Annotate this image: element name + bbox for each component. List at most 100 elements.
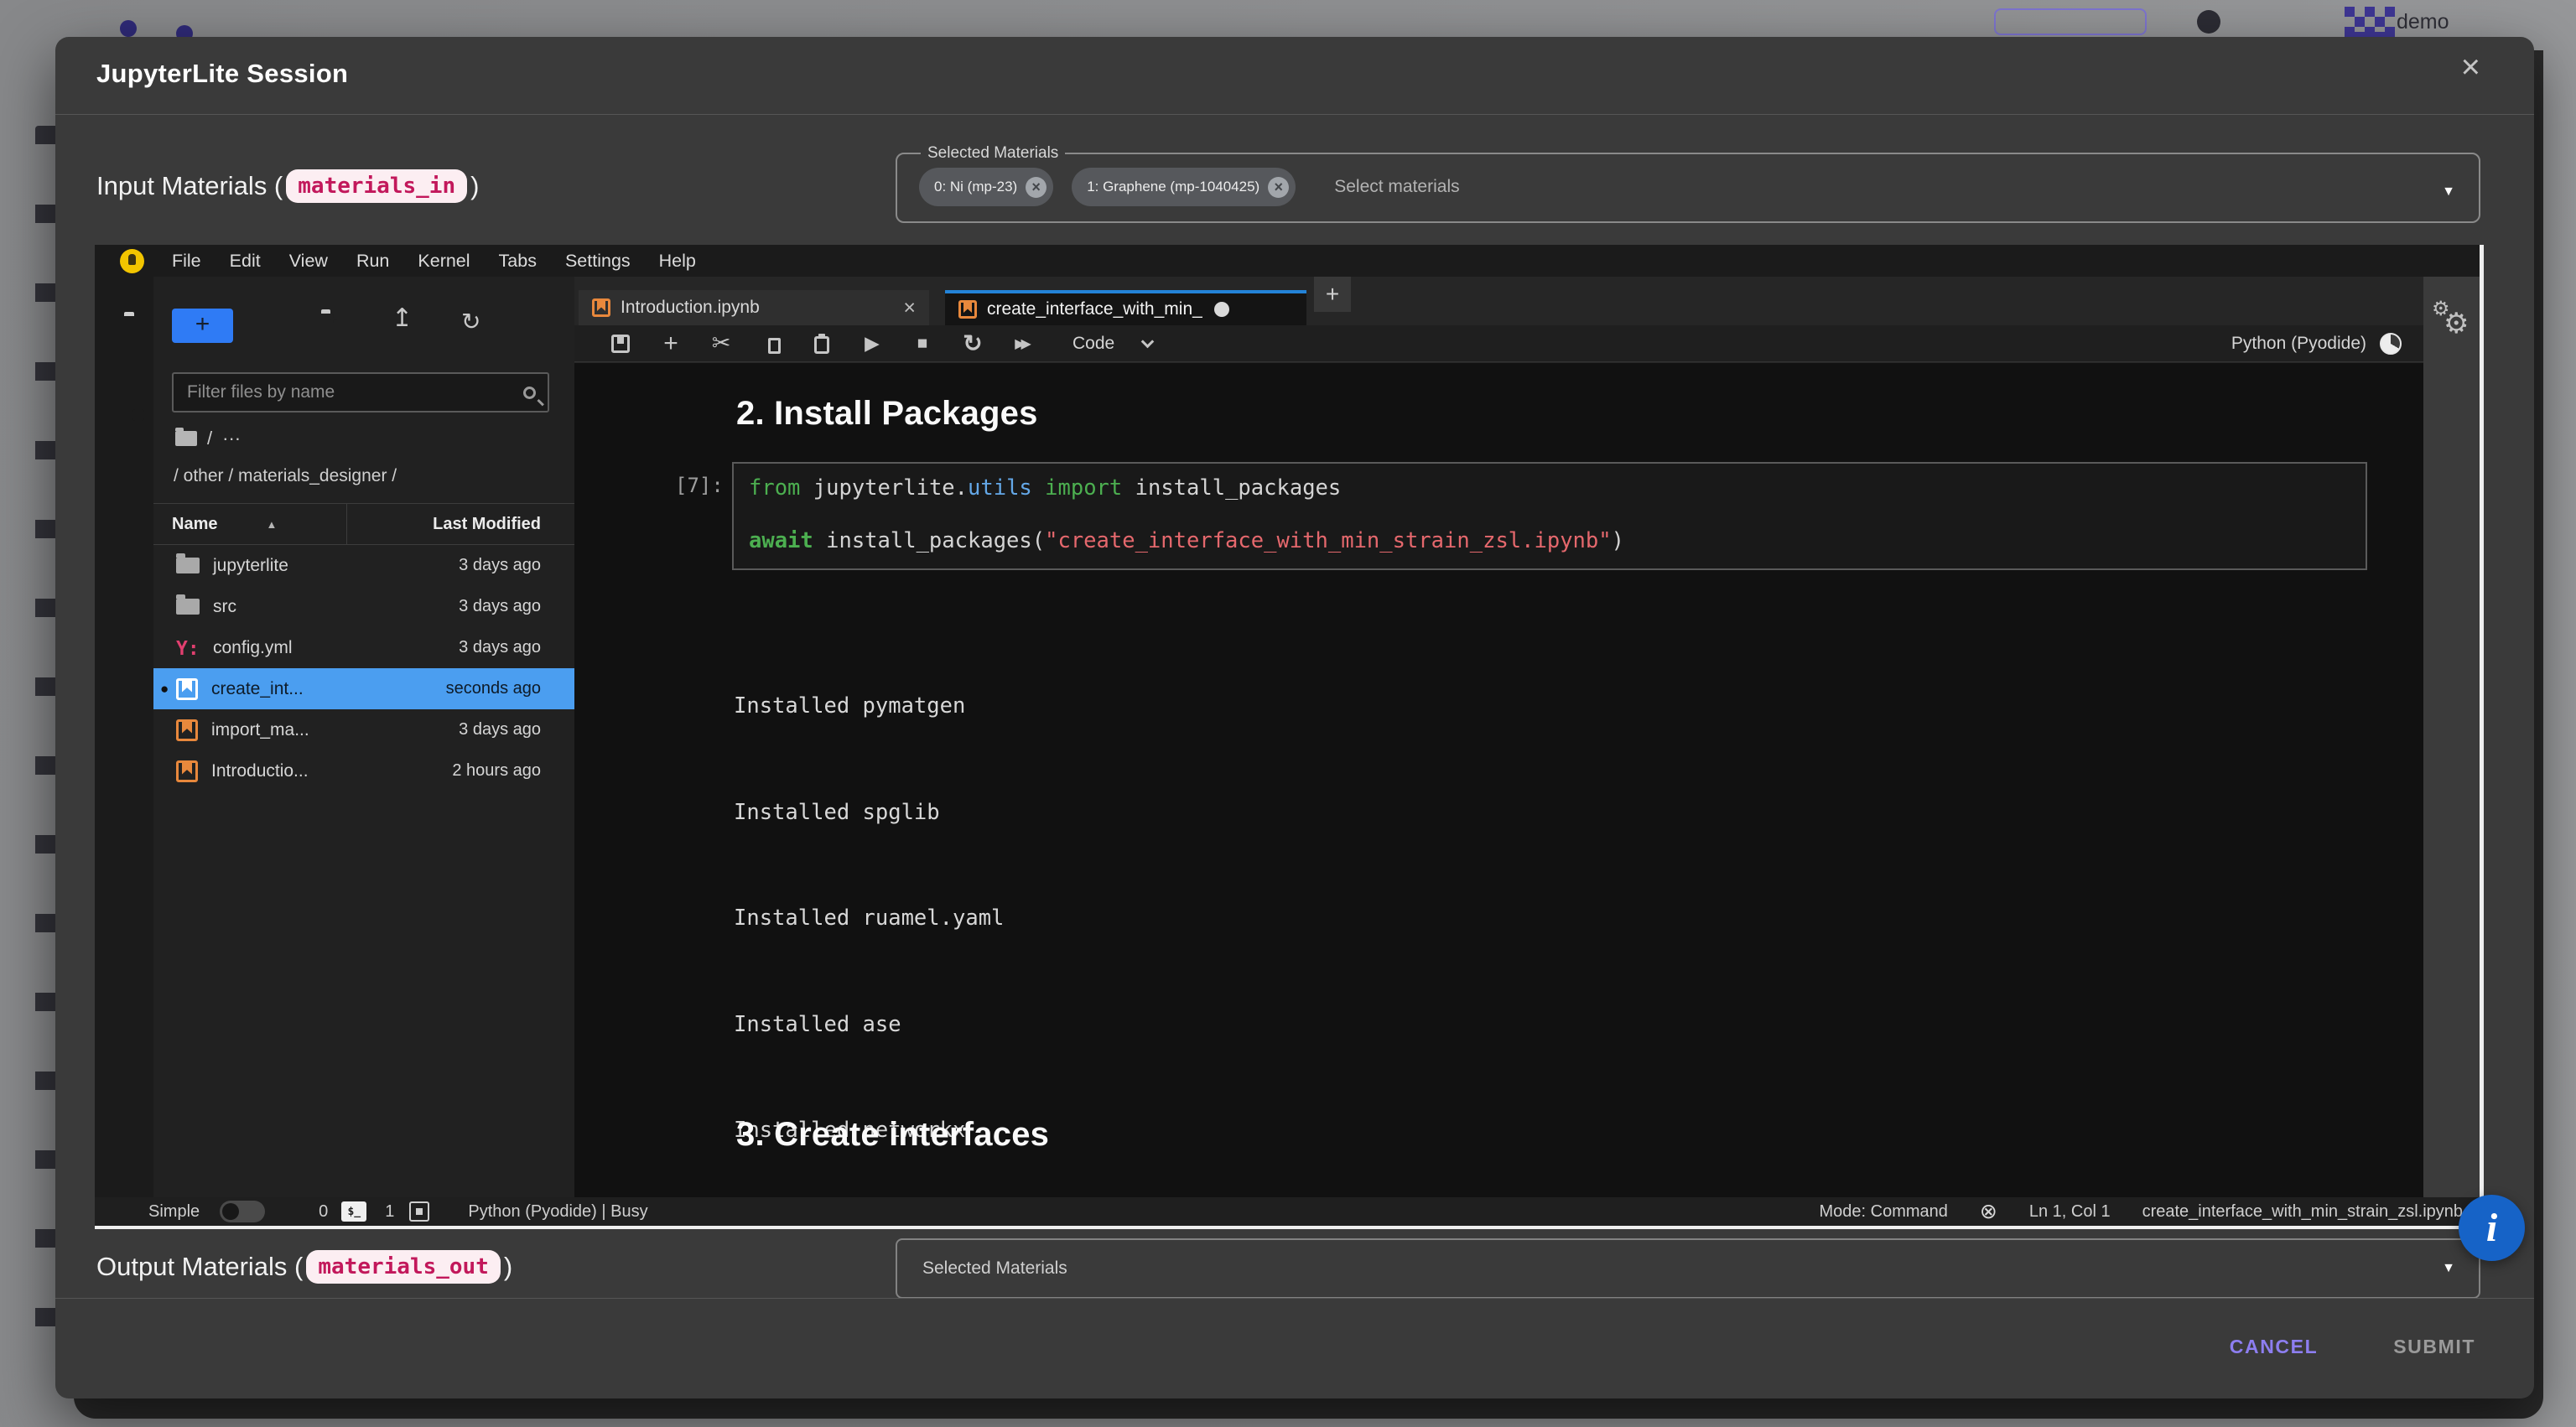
restart-icon[interactable]	[960, 330, 985, 357]
material-chip-label: 0: Ni (mp-23)	[934, 179, 1017, 195]
insert-cell-icon[interactable]	[658, 333, 683, 355]
chevron-down-icon[interactable]	[2442, 1261, 2455, 1276]
cell-type-select[interactable]: Code	[1072, 334, 1114, 354]
filter-files-box	[172, 372, 549, 413]
filter-files-input[interactable]	[185, 381, 523, 403]
kernel-status[interactable]: Python (Pyodide) | Busy	[468, 1202, 647, 1222]
stop-icon[interactable]	[910, 334, 935, 354]
simple-mode-toggle[interactable]	[220, 1201, 265, 1222]
material-chip[interactable]: 1: Graphene (mp-1040425)	[1072, 168, 1296, 206]
new-launcher-button[interactable]: +	[172, 309, 233, 343]
output-line: Installed pymatgen	[734, 693, 1056, 720]
info-icon: i	[2486, 1205, 2497, 1251]
divider	[55, 1298, 2534, 1299]
menu-item[interactable]: Kernel	[403, 251, 484, 272]
user-avatar	[2345, 7, 2355, 17]
column-last-modified[interactable]: Last Modified	[433, 515, 541, 534]
menu-item[interactable]: Edit	[216, 251, 275, 272]
cut-icon[interactable]	[709, 330, 734, 356]
breadcrumb: / ···	[175, 428, 241, 449]
section-heading-2: 2. Install Packages	[736, 395, 1038, 433]
menu-item[interactable]: Help	[645, 251, 710, 272]
cell-prompt: [7]:	[675, 474, 724, 497]
tab-label: Introduction.ipynb	[621, 298, 760, 318]
menu-item[interactable]: View	[275, 251, 342, 272]
breadcrumb-path[interactable]: / other / materials_designer /	[174, 466, 397, 486]
cell-type-chevron-icon[interactable]	[1141, 335, 1155, 349]
jupyterlite-logo-icon	[120, 249, 144, 273]
material-chip-label: 1: Graphene (mp-1040425)	[1087, 179, 1259, 195]
file-row[interactable]: jupyterlite 3 days ago	[153, 545, 574, 586]
notebook-toolbar: Code Python (Pyodide)	[574, 325, 2423, 362]
file-type-icon	[176, 719, 198, 741]
kernel-chip-icon[interactable]	[409, 1201, 429, 1222]
file-name: src	[213, 597, 236, 617]
new-tab-button[interactable]: +	[1314, 277, 1351, 312]
cursor-position[interactable]: Ln 1, Col 1	[2029, 1202, 2111, 1222]
sort-ascending-icon[interactable]	[266, 518, 277, 531]
file-row[interactable]: import_ma... 3 days ago	[153, 709, 574, 750]
upload-icon[interactable]	[392, 310, 413, 330]
notebook-tab[interactable]: create_interface_with_min_	[945, 290, 1306, 325]
cancel-button[interactable]: CANCEL	[2225, 1335, 2323, 1359]
notebook-area[interactable]: 2. Install Packages [7]: from jupyterlit…	[574, 363, 2423, 1197]
file-row[interactable]: create_int... seconds ago	[153, 668, 574, 709]
status-filename: create_interface_with_min_strain_zsl.ipy…	[2142, 1202, 2463, 1222]
selected-materials-field[interactable]: Selected Materials 0: Ni (mp-23) 1: Grap…	[896, 144, 2480, 223]
selected-materials-legend: Selected Materials	[921, 144, 1065, 163]
file-type-icon	[176, 558, 200, 573]
menu-item[interactable]: Run	[342, 251, 403, 272]
chevron-down-icon[interactable]	[2442, 184, 2455, 200]
command-mode[interactable]: Mode: Command	[1819, 1202, 1947, 1222]
trust-shield-icon[interactable]	[1980, 1199, 1997, 1224]
search-icon	[523, 387, 536, 399]
tab-bar: Introduction.ipynb create_interface_with…	[574, 290, 2423, 325]
file-type-icon	[176, 760, 198, 782]
jupyter-menubar: File Edit View Run Kernel Tabs Settings	[95, 245, 2480, 277]
run-icon[interactable]	[860, 332, 885, 355]
kernel-busy-icon[interactable]	[2380, 333, 2402, 355]
jupyterlite-frame: File Edit View Run Kernel Tabs Settings	[95, 245, 2484, 1229]
property-inspector-gears-icon[interactable]	[2432, 302, 2472, 342]
materials-in-variable: materials_in	[286, 169, 467, 203]
file-name: create_int...	[211, 679, 304, 699]
file-row[interactable]: src 3 days ago	[153, 586, 574, 627]
breadcrumb-ellipsis[interactable]: ···	[222, 428, 241, 449]
close-icon[interactable]: ×	[2461, 50, 2480, 84]
menu-item[interactable]: Settings	[551, 251, 645, 272]
notebook-icon	[958, 300, 977, 319]
refresh-icon[interactable]	[461, 312, 480, 334]
file-name: jupyterlite	[213, 556, 288, 576]
terminal-icon[interactable]	[341, 1201, 366, 1222]
column-name[interactable]: Name	[172, 515, 217, 534]
output-materials-label: Output Materials ( materials_out )	[96, 1242, 512, 1292]
output-materials-suffix: )	[504, 1252, 512, 1282]
output-materials-select[interactable]: Selected Materials	[896, 1238, 2480, 1299]
menu-item[interactable]: File	[158, 251, 216, 272]
material-chips: 0: Ni (mp-23) 1: Graphene (mp-1040425)	[919, 168, 1296, 206]
input-materials-suffix: )	[470, 171, 479, 201]
paste-icon[interactable]	[809, 334, 834, 354]
kernel-name[interactable]: Python (Pyodide)	[2231, 334, 2366, 354]
tab-close-icon[interactable]	[888, 296, 916, 320]
cell-output: Installed pymatgen Installed spglib Inst…	[734, 588, 1056, 1197]
file-row[interactable]: config.yml 3 days ago	[153, 627, 574, 668]
save-icon[interactable]	[608, 335, 633, 353]
chip-delete-icon[interactable]	[1268, 177, 1289, 198]
notebook-tab[interactable]: Introduction.ipynb	[579, 290, 929, 325]
modal-title: JupyterLite Session	[96, 59, 348, 89]
breadcrumb-root[interactable]: /	[207, 428, 212, 449]
run-all-icon[interactable]	[1010, 335, 1036, 352]
background-help-icon	[2197, 10, 2220, 34]
file-row[interactable]: Introductio... 2 hours ago	[153, 750, 574, 791]
menu-item[interactable]: Tabs	[485, 251, 551, 272]
copy-icon[interactable]	[759, 333, 784, 354]
tab-dirty-dot	[1214, 302, 1229, 317]
material-chip[interactable]: 0: Ni (mp-23)	[919, 168, 1053, 206]
info-button[interactable]: i	[2459, 1195, 2525, 1261]
home-folder-icon[interactable]	[175, 431, 197, 446]
chip-delete-icon[interactable]	[1026, 177, 1046, 198]
submit-button[interactable]: SUBMIT	[2388, 1335, 2480, 1359]
main-dock-panel: Introduction.ipynb create_interface_with…	[574, 277, 2423, 1197]
code-cell[interactable]: from jupyterlite.utils import install_pa…	[732, 462, 2367, 570]
